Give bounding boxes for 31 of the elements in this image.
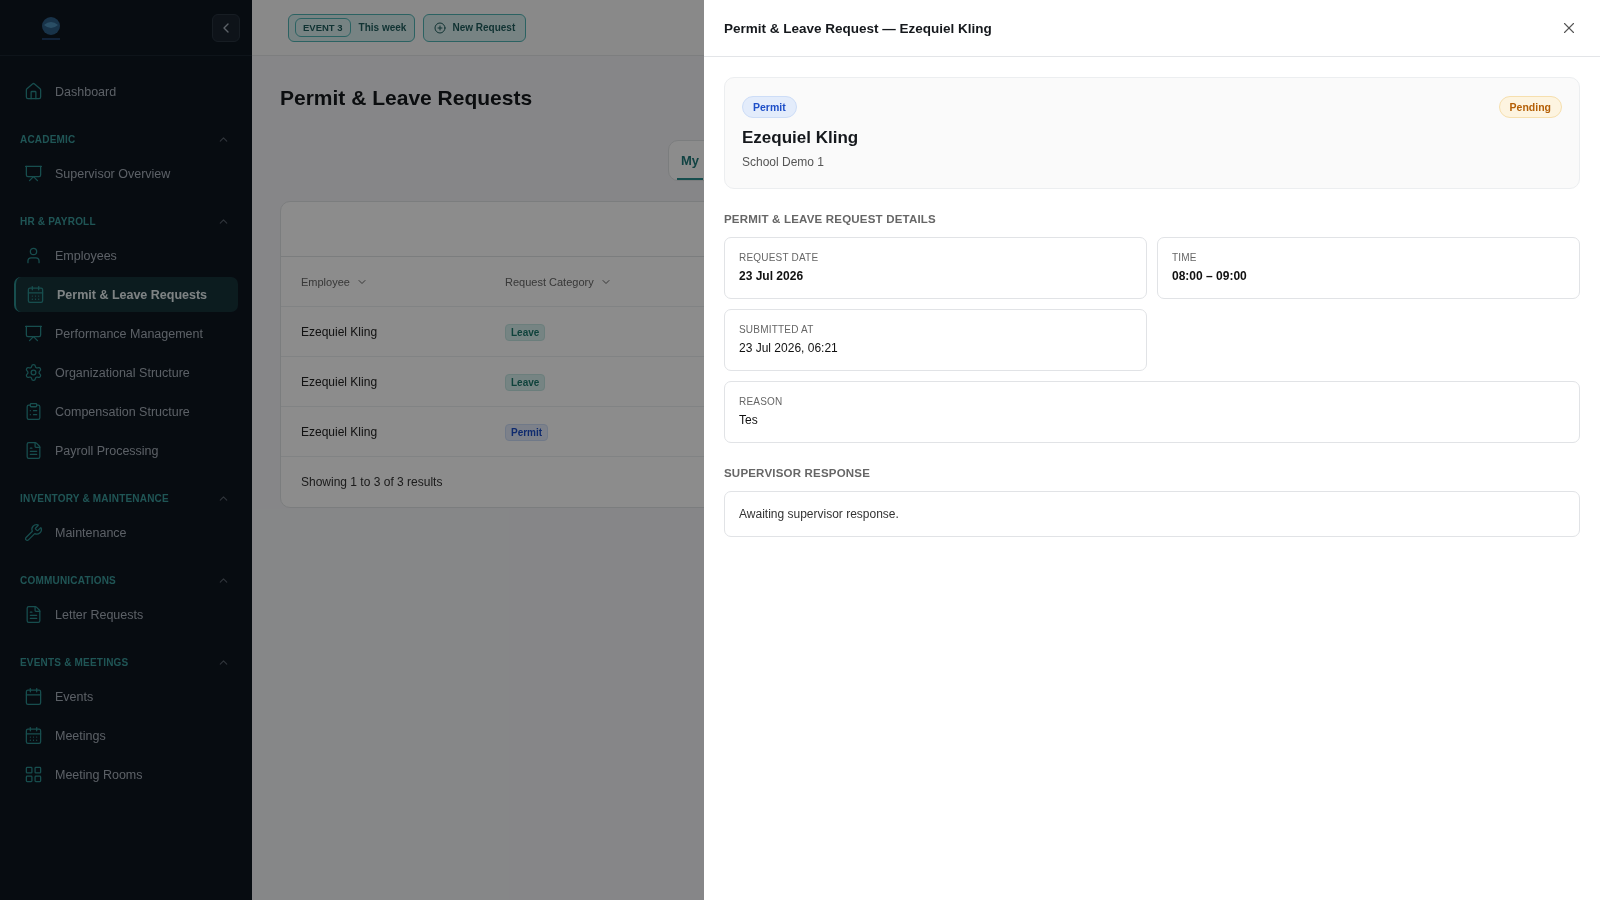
field-value: 08:00 – 09:00 bbox=[1172, 269, 1248, 283]
field-label: REASON bbox=[739, 396, 784, 407]
category-tag: Leave bbox=[505, 324, 546, 341]
section-title: HR & PAYROLL bbox=[20, 216, 96, 227]
category-tag: Leave bbox=[505, 374, 546, 391]
field-label: REQUEST DATE bbox=[739, 252, 820, 263]
response-text: Awaiting supervisor response. bbox=[724, 491, 1580, 537]
field-value: 23 Jul 2026 bbox=[739, 269, 805, 283]
section-title: SUPERVISOR RESPONSE bbox=[724, 467, 872, 479]
section-title: PERMIT & LEAVE REQUEST DETAILS bbox=[724, 213, 937, 225]
table-cell-text: Ezequiel Kling bbox=[301, 324, 379, 339]
section-title: COMMUNICATIONS bbox=[20, 575, 116, 586]
event-badge: EVENT 3 bbox=[295, 18, 351, 37]
school-name: School Demo 1 bbox=[742, 155, 826, 169]
field-label: TIME bbox=[1172, 252, 1198, 263]
field-value: Tes bbox=[739, 413, 759, 427]
event-label: This week bbox=[358, 22, 407, 33]
drawer-title: Permit & Leave Request — Ezequiel Kling bbox=[724, 20, 992, 36]
section-title: ACADEMIC bbox=[20, 134, 76, 145]
page-title: Permit & Leave Requests bbox=[280, 86, 533, 110]
results-summary: Showing 1 to 3 of 3 results bbox=[301, 475, 443, 489]
employee-name: Ezequiel Kling bbox=[742, 128, 860, 148]
table-cell-text: Ezequiel Kling bbox=[301, 424, 379, 439]
field-label: SUBMITTED AT bbox=[739, 324, 815, 335]
category-tag: Permit bbox=[742, 96, 797, 118]
status-tag: Pending bbox=[1498, 96, 1562, 118]
section-title: EVENTS & MEETINGS bbox=[20, 657, 129, 668]
category-tag: Permit bbox=[505, 424, 549, 441]
table-cell-text: Ezequiel Kling bbox=[301, 374, 379, 389]
section-title: INVENTORY & MAINTENANCE bbox=[20, 493, 169, 504]
field-value: 23 Jul 2026, 06:21 bbox=[739, 341, 839, 355]
